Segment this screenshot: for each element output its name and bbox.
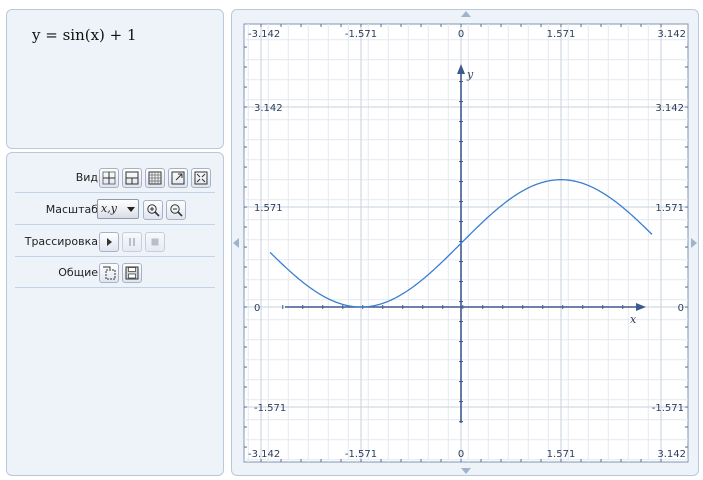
y-tick-label-right: 3.142 — [655, 103, 684, 114]
x-axis-label: x — [630, 313, 637, 326]
x-tick-label-top: -3.142 — [248, 29, 280, 40]
frame-view-button[interactable] — [122, 168, 142, 188]
formula-panel: y = sin(x) + 1 — [6, 9, 224, 149]
trace-pause-button[interactable] — [122, 232, 142, 252]
zoom-out-button[interactable] — [166, 200, 186, 220]
zoom-in-button[interactable] — [143, 200, 163, 220]
graph-panel[interactable]: -3.142 -3.142 -1.571 -1.571 0 0 1.571 1.571 3.14… — [231, 9, 699, 476]
play-icon — [107, 238, 112, 246]
pan-right-arrow-icon[interactable] — [691, 238, 697, 248]
pause-icon — [129, 238, 135, 246]
plot-frame — [243, 23, 689, 463]
scale-label: Масштаб — [45, 203, 98, 216]
scale-row: Масштаб x,y — [15, 195, 215, 225]
view-label: Вид — [75, 171, 98, 184]
axes-icon — [102, 171, 116, 185]
copy-graph-button[interactable] — [99, 263, 119, 283]
copy-icon — [103, 266, 116, 280]
pan-down-arrow-icon[interactable] — [461, 468, 471, 474]
general-label: Общие — [58, 266, 98, 279]
save-graph-button[interactable] — [122, 263, 142, 283]
view-row: Вид — [15, 163, 215, 193]
trace-row: Трассировка — [15, 227, 215, 257]
y-tick-label-right: -1.571 — [652, 403, 684, 414]
fit-view-button[interactable] — [191, 168, 211, 188]
formula-text: y = sin(x) + 1 — [32, 26, 137, 44]
x-tick-label-top: 1.571 — [547, 29, 576, 40]
y-tick-label-left: 0 — [254, 303, 260, 314]
x-tick-label-bottom: 3.142 — [657, 449, 686, 460]
x-tick-label-bottom: -3.142 — [248, 449, 280, 460]
x-tick-label-bottom: 1.571 — [547, 449, 576, 460]
y-tick-label-right: 1.571 — [655, 203, 684, 214]
grid-icon — [148, 171, 162, 185]
stop-icon — [151, 238, 159, 246]
axes-view-button[interactable] — [99, 168, 119, 188]
general-row: Общие — [15, 258, 215, 288]
y-tick-label-left: 3.142 — [254, 103, 283, 114]
fit-icon — [194, 171, 208, 185]
y-axis-label: y — [466, 68, 474, 81]
y-tick-label-left: 1.571 — [254, 203, 283, 214]
zoom-in-icon — [147, 204, 160, 217]
x-tick-label-bottom: 0 — [458, 449, 464, 460]
chevron-down-icon — [127, 207, 135, 212]
expand-icon — [171, 171, 185, 185]
save-icon — [125, 266, 139, 280]
y-tick-label-left: -1.571 — [254, 403, 286, 414]
trace-label: Трассировка — [24, 235, 98, 248]
x-tick-label-top: 0 — [458, 29, 464, 40]
controls-panel: Вид Масштаб x,y Трассировка Общие — [6, 152, 224, 476]
x-tick-label-top: -1.571 — [345, 29, 377, 40]
x-tick-label-top: 3.142 — [657, 29, 686, 40]
pan-up-arrow-icon[interactable] — [461, 11, 471, 17]
expand-view-button[interactable] — [168, 168, 188, 188]
grid-view-button[interactable] — [145, 168, 165, 188]
scale-select-value: x,y — [101, 202, 117, 215]
plot-canvas[interactable]: -3.142 -3.142 -1.571 -1.571 0 0 1.571 1.571 3.14… — [232, 10, 700, 477]
pan-left-arrow-icon[interactable] — [233, 238, 239, 248]
trace-play-button[interactable] — [99, 232, 119, 252]
frame-icon — [125, 171, 139, 185]
scale-select[interactable]: x,y — [97, 199, 139, 219]
x-tick-label-bottom: -1.571 — [345, 449, 377, 460]
zoom-out-icon — [170, 204, 183, 217]
y-tick-label-right: 0 — [678, 303, 684, 314]
trace-stop-button[interactable] — [145, 232, 165, 252]
